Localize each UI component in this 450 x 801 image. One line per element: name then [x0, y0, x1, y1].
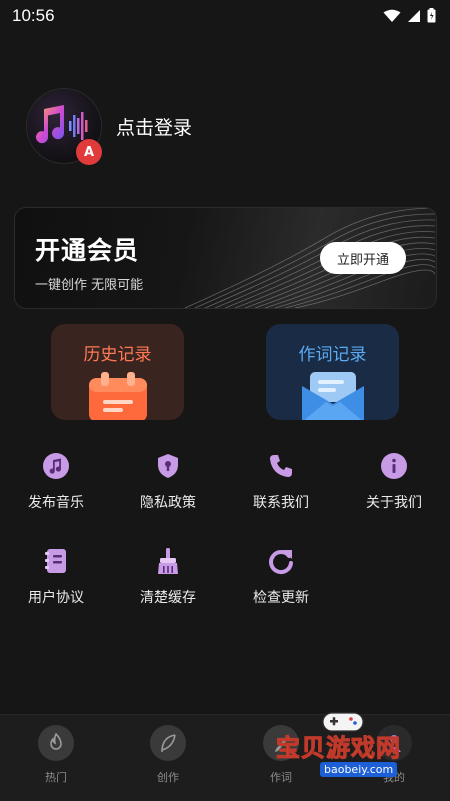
vip-card[interactable]: 开通会员 一键创作 无限可能 立即开通: [14, 207, 437, 309]
refresh-icon: [269, 550, 293, 575]
info-icon: [381, 453, 407, 479]
avatar-badge: A: [76, 139, 102, 165]
tab-hot[interactable]: 热门: [0, 725, 112, 785]
menu-label: 用户协议: [28, 590, 84, 606]
music-note-icon: [43, 453, 69, 479]
menu-label: 检查更新: [253, 590, 309, 606]
tab-create[interactable]: 创作: [112, 725, 224, 785]
vip-title: 开通会员: [35, 236, 140, 265]
menu-label: 隐私政策: [140, 495, 196, 511]
watermark-url: baobeiy.com: [320, 762, 398, 777]
status-icons: [383, 8, 436, 23]
menu-item-clear-cache[interactable]: 清楚缓存: [112, 547, 224, 607]
calendar-icon: [89, 372, 147, 420]
lyric-record-card[interactable]: 作词记录: [266, 324, 399, 420]
tab-label: 创作: [157, 771, 179, 784]
avatar[interactable]: A: [27, 89, 102, 165]
envelope-icon: [302, 372, 364, 420]
signal-icon: [408, 9, 420, 22]
menu-item-check-update[interactable]: 检查更新: [225, 547, 337, 607]
broom-icon: [158, 548, 178, 574]
menu-label: 清楚缓存: [140, 590, 196, 606]
history-record-label: 历史记录: [83, 345, 152, 365]
status-bar: 10:56: [0, 0, 450, 32]
watermark: 宝贝游戏网 baobeiy.com: [268, 712, 418, 782]
login-link[interactable]: 点击登录: [116, 113, 192, 140]
vip-subtitle: 一键创作 无限可能: [35, 278, 144, 293]
menu-label: 关于我们: [366, 495, 422, 511]
battery-icon: [427, 8, 436, 23]
watermark-text: 宝贝游戏网: [276, 734, 401, 763]
tab-label: 热门: [45, 771, 67, 784]
status-time: 10:56: [12, 6, 55, 25]
wifi-icon: [383, 9, 401, 22]
phone-icon: [270, 455, 292, 477]
document-icon: [45, 549, 66, 573]
menu-label: 发布音乐: [28, 495, 84, 511]
history-record-card[interactable]: 历史记录: [51, 324, 184, 420]
lyric-record-label: 作词记录: [298, 345, 367, 365]
menu-label: 联系我们: [253, 495, 309, 511]
shield-lock-icon: [158, 454, 178, 478]
fire-icon: [38, 725, 74, 761]
feather-icon: [150, 725, 186, 761]
menu-item-contact[interactable]: 联系我们: [225, 452, 337, 512]
menu-item-about[interactable]: 关于我们: [338, 452, 450, 512]
menu-item-user-agreement[interactable]: 用户协议: [0, 547, 112, 607]
open-vip-button[interactable]: 立即开通: [320, 242, 406, 274]
menu-item-publish-music[interactable]: 发布音乐: [0, 452, 112, 512]
menu-item-privacy[interactable]: 隐私政策: [112, 452, 224, 512]
